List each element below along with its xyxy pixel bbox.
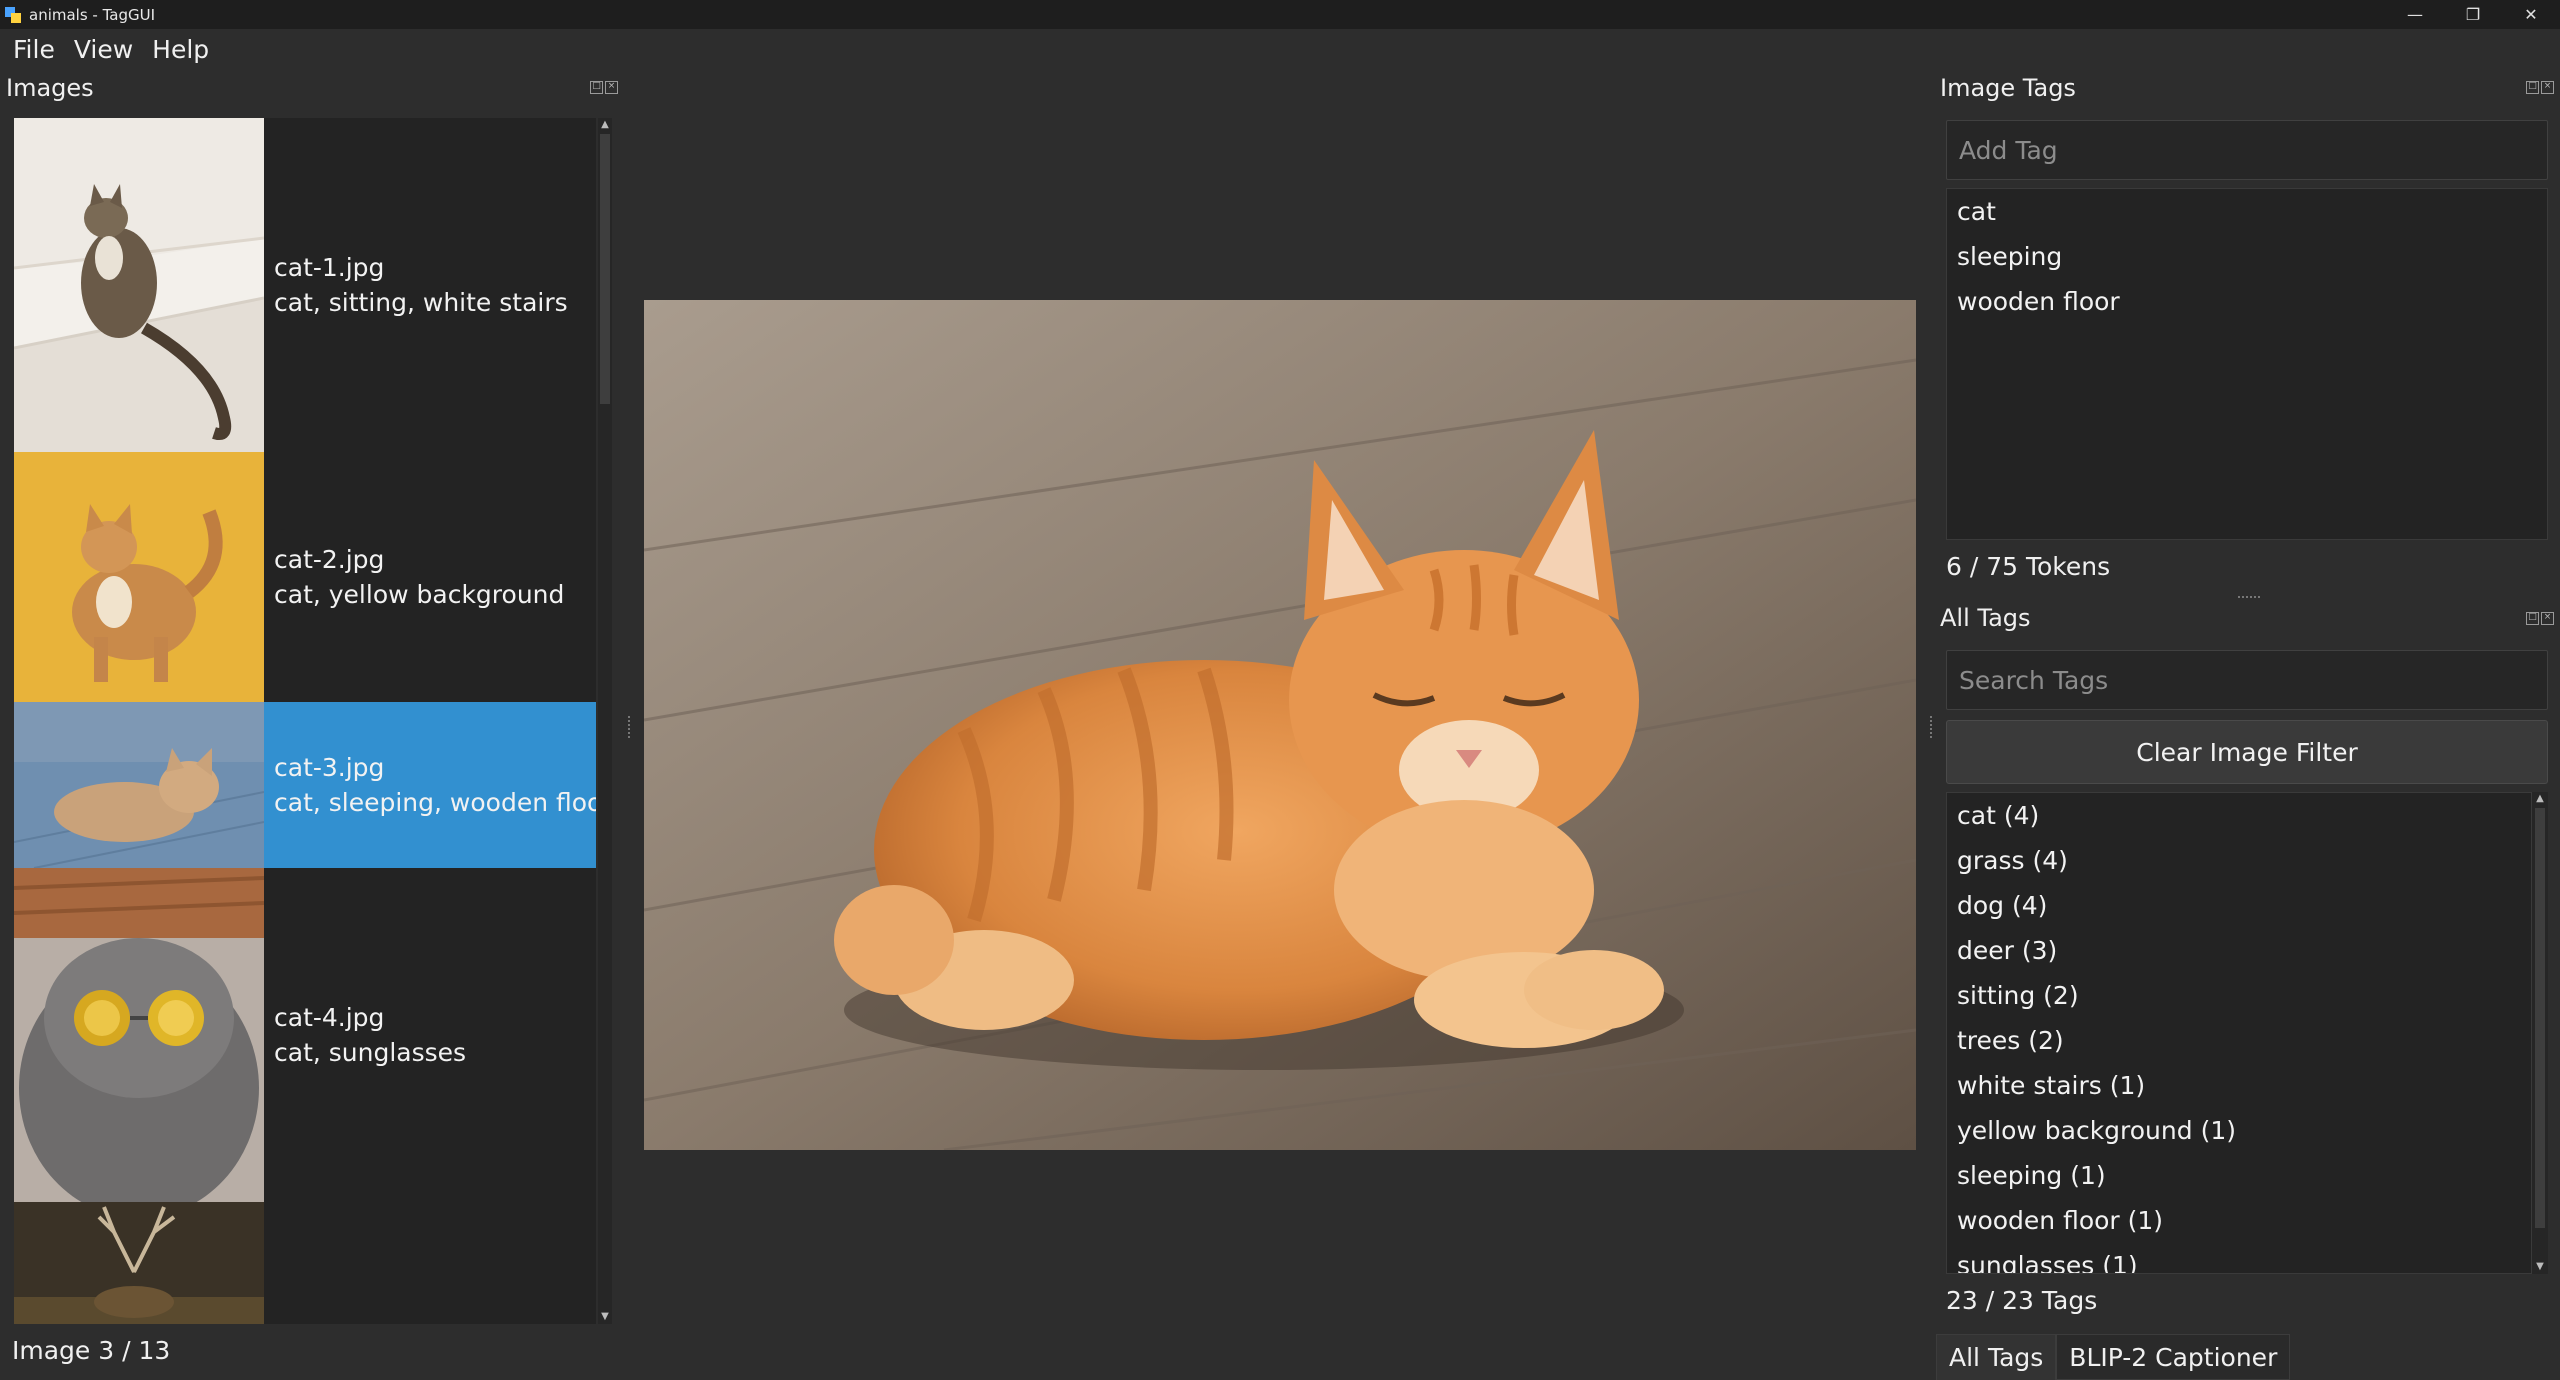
image-tags-panel-title: Image Tags bbox=[1940, 74, 2076, 102]
menu-file[interactable]: File bbox=[6, 35, 67, 64]
all-tags-panel-title: All Tags bbox=[1940, 604, 2031, 632]
scroll-thumb[interactable] bbox=[600, 134, 610, 404]
all-tag-item[interactable]: grass (4) bbox=[1947, 838, 2531, 883]
scroll-thumb[interactable] bbox=[2535, 808, 2545, 1228]
scroll-down-icon[interactable]: ▼ bbox=[598, 1310, 612, 1324]
image-list-item[interactable] bbox=[14, 1202, 596, 1324]
all-tag-item[interactable]: trees (2) bbox=[1947, 1018, 2531, 1063]
all-tag-item[interactable]: yellow background (1) bbox=[1947, 1108, 2531, 1153]
image-filename: cat-2.jpg bbox=[274, 545, 385, 574]
thumbnail bbox=[14, 868, 264, 1202]
close-panel-icon[interactable]: × bbox=[605, 81, 618, 94]
thumbnail bbox=[14, 1202, 264, 1324]
float-panel-icon[interactable]: □ bbox=[590, 81, 603, 94]
thumbnail bbox=[14, 702, 264, 868]
thumbnail bbox=[14, 452, 264, 702]
image-list-scrollbar[interactable]: ▲ ▼ bbox=[598, 118, 612, 1324]
all-tag-item[interactable]: sitting (2) bbox=[1947, 973, 2531, 1018]
window-title: animals - TagGUI bbox=[29, 5, 156, 24]
image-list-item[interactable]: cat-1.jpg cat, sitting, white stairs bbox=[14, 118, 596, 452]
restore-icon[interactable]: ❐ bbox=[2444, 0, 2502, 29]
panel-resize-handle[interactable] bbox=[2238, 596, 2260, 598]
image-tags-list[interactable]: cat sleeping wooden floor bbox=[1946, 188, 2548, 540]
app-icon bbox=[3, 5, 23, 25]
image-list[interactable]: cat-1.jpg cat, sitting, white stairs cat… bbox=[14, 118, 596, 1324]
token-count: 6 / 75 Tokens bbox=[1946, 552, 2111, 581]
add-tag-input[interactable]: Add Tag bbox=[1946, 120, 2548, 180]
menu-bar: File View Help bbox=[0, 29, 2560, 69]
thumbnail bbox=[14, 118, 264, 452]
all-tags-list[interactable]: cat (4) grass (4) dog (4) deer (3) sitti… bbox=[1946, 792, 2532, 1274]
clear-image-filter-button[interactable]: Clear Image Filter bbox=[1946, 720, 2548, 784]
image-viewer bbox=[644, 300, 1916, 1150]
image-tag-item[interactable]: wooden floor bbox=[1947, 279, 2547, 324]
tab-blip2-captioner[interactable]: BLIP-2 Captioner bbox=[2056, 1334, 2291, 1380]
menu-view[interactable]: View bbox=[67, 35, 145, 64]
image-tag-item[interactable]: cat bbox=[1947, 189, 2547, 234]
title-bar: animals - TagGUI — ❐ ✕ bbox=[0, 0, 2560, 29]
close-icon[interactable]: ✕ bbox=[2502, 0, 2560, 29]
image-index-status: Image 3 / 13 bbox=[12, 1336, 171, 1365]
scroll-up-icon[interactable]: ▲ bbox=[2533, 792, 2547, 806]
image-tag-item[interactable]: sleeping bbox=[1947, 234, 2547, 279]
tab-all-tags[interactable]: All Tags bbox=[1936, 1334, 2057, 1380]
image-tags-summary: cat, sitting, white stairs bbox=[274, 288, 568, 317]
all-tag-item[interactable]: cat (4) bbox=[1947, 793, 2531, 838]
all-tag-item[interactable]: sleeping (1) bbox=[1947, 1153, 2531, 1198]
right-splitter-handle[interactable] bbox=[1930, 716, 1934, 738]
image-list-item[interactable]: cat-2.jpg cat, yellow background bbox=[14, 452, 596, 702]
search-tags-input[interactable]: Search Tags bbox=[1946, 650, 2548, 710]
all-tag-item[interactable]: dog (4) bbox=[1947, 883, 2531, 928]
main-image bbox=[644, 300, 1916, 1150]
dock-tabs: All Tags BLIP-2 Captioner bbox=[1936, 1334, 2291, 1380]
scroll-up-icon[interactable]: ▲ bbox=[598, 118, 612, 132]
all-tag-item[interactable]: sunglasses (1) bbox=[1947, 1243, 2531, 1273]
search-tags-placeholder: Search Tags bbox=[1959, 665, 2109, 695]
images-panel-title: Images bbox=[6, 74, 94, 102]
left-splitter-handle[interactable] bbox=[628, 716, 632, 738]
all-tag-item[interactable]: deer (3) bbox=[1947, 928, 2531, 973]
image-tags-summary: cat, yellow background bbox=[274, 580, 565, 609]
image-filename: cat-3.jpg bbox=[274, 753, 385, 782]
tag-count: 23 / 23 Tags bbox=[1946, 1286, 2098, 1315]
menu-help[interactable]: Help bbox=[145, 35, 221, 64]
image-tags-summary: cat, sleeping, wooden floor bbox=[274, 788, 596, 817]
float-panel-icon[interactable]: □ bbox=[2526, 81, 2539, 94]
close-panel-icon[interactable]: × bbox=[2541, 612, 2554, 625]
all-tag-item[interactable]: white stairs (1) bbox=[1947, 1063, 2531, 1108]
all-tags-scrollbar[interactable]: ▲ ▼ bbox=[2532, 792, 2548, 1274]
image-list-item-selected[interactable]: cat-3.jpg cat, sleeping, wooden floor bbox=[14, 702, 596, 868]
close-panel-icon[interactable]: × bbox=[2541, 81, 2554, 94]
add-tag-placeholder: Add Tag bbox=[1959, 135, 2058, 165]
scroll-down-icon[interactable]: ▼ bbox=[2533, 1260, 2547, 1274]
image-list-item[interactable]: cat-4.jpg cat, sunglasses bbox=[14, 868, 596, 1202]
image-filename: cat-1.jpg bbox=[274, 253, 385, 282]
float-panel-icon[interactable]: □ bbox=[2526, 612, 2539, 625]
minimize-icon[interactable]: — bbox=[2386, 0, 2444, 29]
image-tags-summary: cat, sunglasses bbox=[274, 1038, 467, 1067]
image-filename: cat-4.jpg bbox=[274, 1003, 385, 1032]
all-tag-item[interactable]: wooden floor (1) bbox=[1947, 1198, 2531, 1243]
